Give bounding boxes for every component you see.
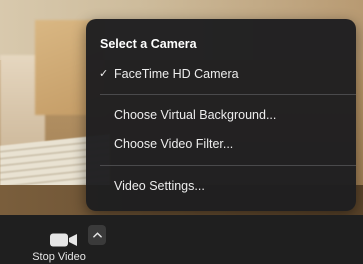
- meeting-control-bar: Stop Video: [0, 215, 363, 264]
- stop-video-label: Stop Video: [32, 251, 86, 263]
- menu-item-label: Video Settings...: [114, 179, 205, 193]
- menu-item-video-settings[interactable]: Video Settings...: [86, 174, 356, 198]
- menu-heading: Select a Camera: [100, 37, 197, 51]
- menu-item-label: Choose Virtual Background...: [114, 108, 277, 122]
- menu-divider: [100, 94, 356, 95]
- checkmark-icon: ✓: [99, 68, 109, 80]
- chevron-up-icon: [92, 232, 102, 238]
- zoom-meeting-window: Select a Camera ✓ FaceTime HD Camera Cho…: [0, 0, 363, 264]
- menu-item-choose-virtual-background[interactable]: Choose Virtual Background...: [86, 103, 356, 127]
- video-camera-icon: [50, 233, 77, 247]
- menu-item-choose-video-filter[interactable]: Choose Video Filter...: [86, 132, 356, 156]
- menu-item-label: FaceTime HD Camera: [114, 67, 239, 81]
- menu-item-facetime-hd-camera[interactable]: ✓ FaceTime HD Camera: [86, 62, 356, 86]
- menu-divider: [100, 165, 356, 166]
- select-camera-menu: Select a Camera ✓ FaceTime HD Camera Cho…: [86, 19, 356, 211]
- menu-item-label: Choose Video Filter...: [114, 137, 234, 151]
- stop-video-button[interactable]: Stop Video: [14, 223, 106, 263]
- video-options-caret-button[interactable]: [88, 225, 106, 245]
